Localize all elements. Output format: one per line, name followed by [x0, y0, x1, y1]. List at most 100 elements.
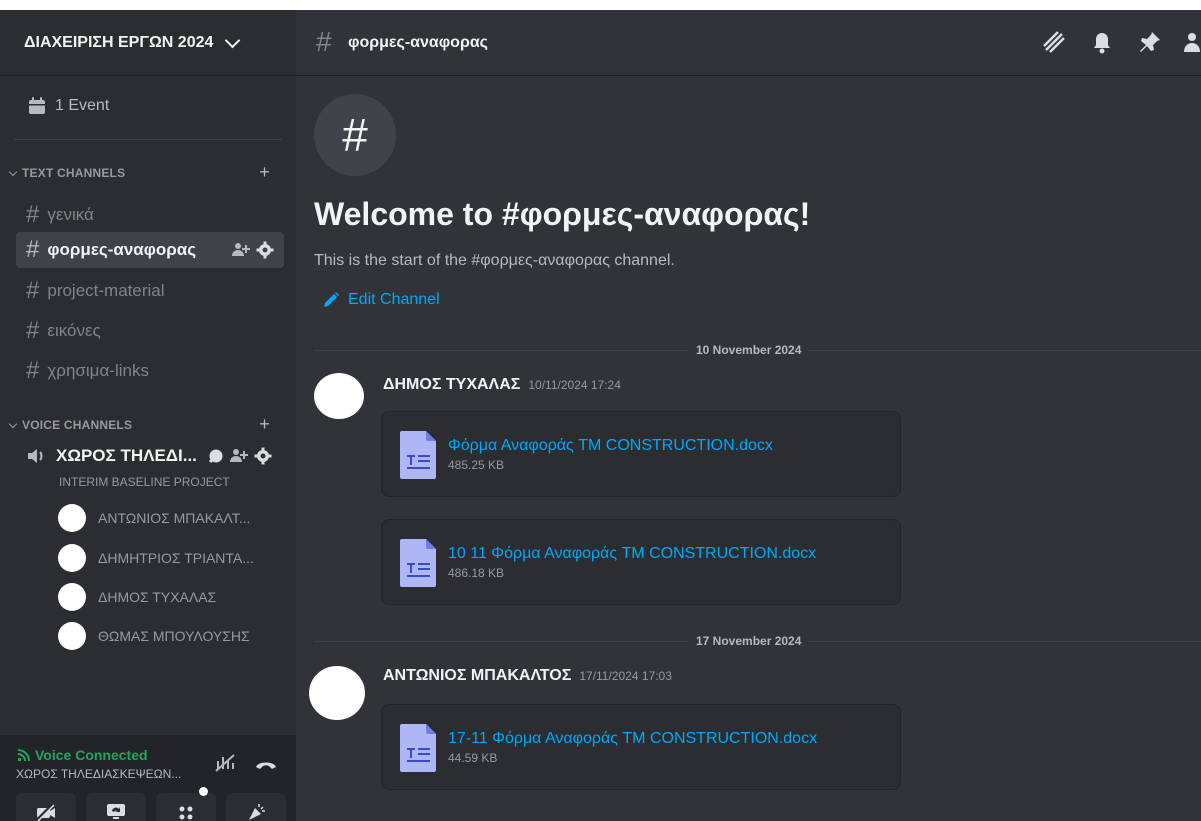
file-attachment[interactable]: Φόρμα Αναφοράς TM CONSTRUCTION.docx 485.… — [381, 411, 901, 497]
channel-eikones[interactable]: # εικόνες — [16, 313, 284, 349]
message-author[interactable]: ΑΝΤΩΝΙΟΣ ΜΠΑΚΑΛΤΟΣ — [383, 667, 571, 685]
attachment-filename[interactable]: 17-11 Φόρμα Αναφοράς TM CONSTRUCTION.doc… — [448, 730, 817, 748]
hash-icon: # — [26, 201, 40, 228]
channel-sidebar: ΔΙΑΧΕΙΡΙΣΗ ΕΡΓΩΝ 2024 1 Event TEXT CHANN… — [0, 10, 296, 821]
chevron-down-icon — [8, 167, 18, 176]
hash-icon: # — [26, 236, 40, 263]
category-label: TEXT CHANNELS — [22, 166, 126, 180]
voice-user-name: ΔΗΜΗΤΡΙΟΣ ΤΡΙΑΝΤΑ... — [98, 550, 254, 566]
divider — [14, 139, 282, 140]
date-divider-label: 17 November 2024 — [688, 634, 810, 648]
category-text-channels[interactable]: TEXT CHANNELS + — [8, 162, 286, 182]
activities-icon — [179, 806, 193, 820]
message-header: ΑΝΤΩΝΙΟΣ ΜΠΑΚΑΛΤΟΣ 17/11/2024 17:03 — [383, 667, 672, 685]
voice-channel[interactable]: ΧΩΡΟΣ ΤΗΛΕΔΙ... — [26, 446, 286, 466]
message-header: ΔΗΜΟΣ ΤΥΧΑΛΑΣ 10/11/2024 17:24 — [383, 376, 621, 394]
pin-icon[interactable] — [1138, 30, 1162, 56]
document-icon — [400, 431, 436, 479]
avatar[interactable] — [314, 373, 364, 419]
voice-status[interactable]: Voice Connected — [17, 747, 148, 763]
bell-icon[interactable] — [1090, 30, 1114, 56]
attachment-size: 486.18 KB — [448, 566, 505, 580]
channel-title: φορμες-αναφορας — [348, 34, 488, 51]
screen-share-button[interactable] — [86, 793, 146, 821]
channel-formes-anaforas[interactable]: # φορμες-αναφορας — [16, 232, 284, 268]
document-icon — [400, 539, 436, 587]
channel-name: φορμες-αναφορας — [47, 240, 197, 259]
voice-user-name: ΑΝΤΩΝΙΟΣ ΜΠΑΚΑΛΤ... — [98, 510, 251, 526]
gear-icon[interactable] — [254, 447, 272, 465]
hash-icon: # — [26, 277, 40, 304]
camera-button[interactable] — [16, 793, 76, 821]
chevron-down-icon — [225, 32, 241, 48]
category-label: VOICE CHANNELS — [22, 418, 133, 432]
soundboard-button[interactable] — [226, 793, 286, 821]
voice-user-name: ΘΩΜΑΣ ΜΠΟΥΛΟΥΣΗΣ — [98, 628, 250, 644]
file-attachment[interactable]: 17-11 Φόρμα Αναφοράς TM CONSTRUCTION.doc… — [381, 704, 901, 790]
disconnect-icon[interactable] — [254, 757, 278, 771]
file-attachment[interactable]: 10 11 Φόρμα Αναφοράς TM CONSTRUCTION.doc… — [381, 519, 901, 605]
pencil-icon — [324, 292, 339, 307]
avatar — [58, 622, 86, 650]
voice-user-name: ΔΗΜΟΣ ΤΥΧΑΛΑΣ — [98, 589, 217, 605]
discord-app: ΔΙΑΧΕΙΡΙΣΗ ΕΡΓΩΝ 2024 1 Event TEXT CHANN… — [0, 10, 1201, 821]
category-voice-channels[interactable]: VOICE CHANNELS + — [8, 414, 286, 434]
calendar-icon — [29, 97, 45, 114]
activities-button[interactable] — [156, 787, 216, 821]
speaker-icon — [28, 449, 43, 463]
hash-icon: # — [26, 357, 40, 384]
screen-share-icon — [107, 804, 125, 819]
notification-dot — [199, 787, 208, 796]
voice-user[interactable]: ΘΩΜΑΣ ΜΠΟΥΛΟΥΣΗΣ — [58, 622, 250, 650]
add-channel-icon[interactable]: + — [259, 162, 270, 183]
soundboard-icon — [249, 804, 265, 820]
channel-header: # φορμες-αναφορας — [296, 10, 1201, 76]
attachment-filename[interactable]: Φόρμα Αναφοράς TM CONSTRUCTION.docx — [448, 437, 773, 455]
message-timestamp: 10/11/2024 17:24 — [528, 378, 621, 392]
channel-name: project-material — [47, 281, 165, 300]
avatar — [58, 544, 86, 572]
gear-icon[interactable] — [256, 241, 274, 259]
welcome-subtitle: This is the start of the #φορμες-αναφορα… — [314, 252, 675, 269]
edit-channel-link[interactable]: Edit Channel — [322, 291, 440, 309]
channel-name: χρησιμα-links — [47, 361, 149, 380]
voice-connected-channel[interactable]: ΧΩΡΟΣ ΤΗΛΕΔΙΑΣΚΕΨΕΩΝ... — [16, 767, 181, 781]
add-member-icon[interactable] — [232, 242, 250, 258]
attachment-size: 44.59 KB — [448, 751, 498, 765]
member-list-icon[interactable] — [1182, 30, 1201, 56]
hash-icon: # — [316, 26, 332, 57]
events-link[interactable]: 1 Event — [27, 96, 109, 116]
voice-channel-name: ΧΩΡΟΣ ΤΗΛΕΔΙ... — [56, 446, 197, 465]
hash-icon: # — [26, 317, 40, 344]
voice-user[interactable]: ΔΗΜΗΤΡΙΟΣ ΤΡΙΑΝΤΑ... — [58, 544, 254, 572]
channel-project-material[interactable]: # project-material — [16, 273, 284, 309]
avatar — [58, 504, 86, 532]
add-member-icon[interactable] — [230, 448, 248, 464]
voice-status-label: Voice Connected — [35, 747, 148, 763]
chevron-down-icon — [8, 419, 18, 428]
add-channel-icon[interactable]: + — [259, 414, 270, 435]
channel-name: γενικά — [47, 205, 94, 224]
camera-off-icon — [35, 802, 55, 821]
message-author[interactable]: ΔΗΜΟΣ ΤΥΧΑΛΑΣ — [383, 376, 520, 394]
voice-user[interactable]: ΑΝΤΩΝΙΟΣ ΜΠΑΚΑΛΤ... — [58, 504, 250, 532]
document-icon — [400, 724, 436, 772]
events-label: 1 Event — [55, 97, 110, 114]
server-header[interactable]: ΔΙΑΧΕΙΡΙΣΗ ΕΡΓΩΝ 2024 — [0, 10, 296, 76]
signal-icon — [17, 749, 30, 762]
voice-user[interactable]: ΔΗΜΟΣ ΤΥΧΑΛΑΣ — [58, 583, 216, 611]
voice-channel-subtitle: INTERIM BASELINE PROJECT — [59, 475, 230, 489]
channel-xrisima-links[interactable]: # χρησιμα-links — [16, 353, 284, 389]
threads-icon[interactable] — [1042, 30, 1068, 56]
server-name: ΔΙΑΧΕΙΡΙΣΗ ΕΡΓΩΝ 2024 — [24, 33, 214, 51]
date-divider-label: 10 November 2024 — [688, 343, 810, 357]
channel-name: εικόνες — [47, 321, 101, 340]
attachment-filename[interactable]: 10 11 Φόρμα Αναφοράς TM CONSTRUCTION.doc… — [448, 545, 816, 563]
channel-geniká[interactable]: # γενικά — [16, 197, 284, 233]
noise-suppression-icon[interactable] — [214, 753, 238, 773]
chat-icon[interactable] — [208, 448, 224, 464]
avatar[interactable] — [309, 666, 365, 720]
edit-channel-label: Edit Channel — [348, 291, 440, 308]
welcome-title: Welcome to #φορμες-αναφορας! — [314, 196, 811, 232]
attachment-size: 485.25 KB — [448, 458, 505, 472]
